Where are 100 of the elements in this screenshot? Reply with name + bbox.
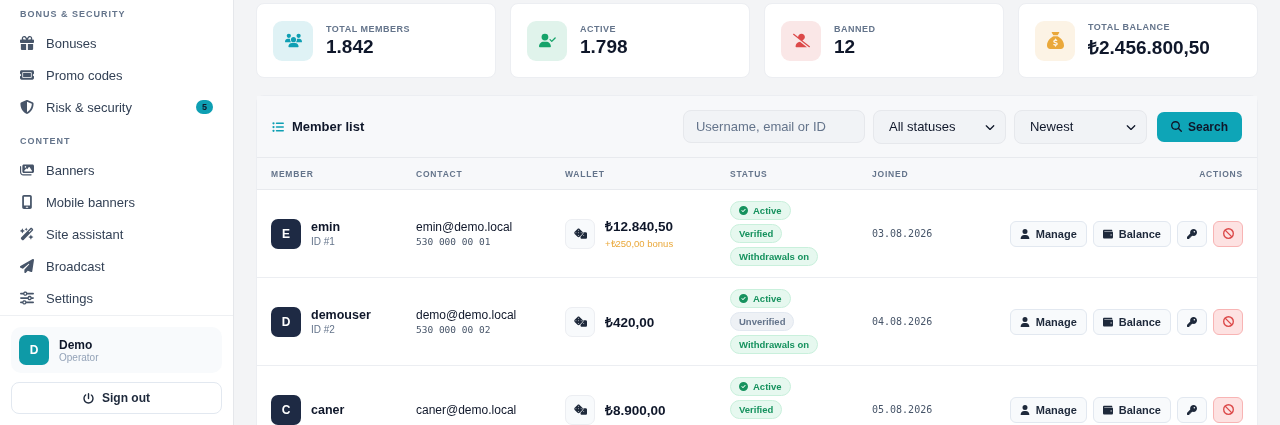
dice-icon: [573, 315, 587, 328]
stat-label: TOTAL MEMBERS: [326, 23, 410, 34]
manage-button[interactable]: Manage: [1009, 308, 1087, 335]
ban-icon: [1222, 228, 1234, 239]
key-button[interactable]: [1177, 308, 1207, 335]
user-avatar: D: [19, 335, 49, 365]
section-title: CONTENT: [19, 135, 72, 148]
sliders-icon: [20, 291, 34, 305]
member-avatar: C: [271, 394, 301, 425]
status-badge: Verified: [730, 400, 783, 419]
balance: ₺420,00: [605, 313, 655, 331]
status-badge: Withdrawals on: [730, 335, 819, 354]
paper-plane-icon: [20, 259, 34, 273]
status-badge: Unverified: [730, 312, 795, 331]
stat-value: 12: [834, 35, 857, 58]
shield-icon: [20, 100, 34, 114]
nav-item[interactable]: Risk & security 5: [12, 91, 221, 123]
status-badge: Verified: [730, 224, 783, 243]
key-button[interactable]: [1177, 220, 1207, 247]
key-button[interactable]: [1177, 396, 1207, 423]
nav-item[interactable]: Settings: [12, 282, 221, 314]
sort-select[interactable]: Newest: [1013, 109, 1147, 144]
balance-button[interactable]: Balance: [1092, 220, 1171, 247]
ban-icon: [1222, 404, 1234, 415]
balance-button[interactable]: Balance: [1092, 396, 1171, 423]
bonus: +₺250,00 bonus: [605, 237, 674, 250]
wallet-icon: [1102, 404, 1113, 415]
column-header: STATUS: [730, 168, 769, 179]
username: caner: [311, 402, 345, 417]
member-avatar: D: [271, 306, 301, 337]
key-icon: [1187, 404, 1197, 415]
user-icon: [1019, 404, 1030, 415]
ban-icon: [1222, 316, 1234, 327]
gift-icon: [20, 36, 34, 50]
nav-item[interactable]: Site assistant: [12, 218, 221, 250]
user-slash-icon: [792, 32, 810, 49]
phone-icon: [20, 195, 34, 209]
member-id: ID #2: [311, 324, 336, 335]
phone: 530 000 00 02: [416, 324, 492, 335]
images-icon: [20, 163, 34, 177]
key-icon: [1187, 316, 1197, 327]
ban-button[interactable]: [1213, 220, 1243, 247]
stat-value: ₺2.456.800,50: [1088, 35, 1210, 60]
money-bag-icon: [1046, 32, 1064, 49]
status-badge: Active: [730, 377, 791, 396]
column-header: JOINED: [872, 168, 910, 179]
panel-title: Member list: [292, 119, 366, 134]
email: emin@demo.local: [416, 220, 514, 234]
joined-date: 04.08.2026: [872, 316, 934, 327]
search-icon: [1170, 121, 1182, 132]
column-header: CONTACT: [416, 168, 464, 179]
user-role: Operator: [59, 351, 99, 363]
wallet-icon: [1102, 228, 1113, 239]
nav-item[interactable]: Mobile banners: [12, 186, 221, 218]
username: demouser: [311, 308, 371, 322]
dice-icon: [573, 227, 587, 240]
sign-out-button[interactable]: Sign out: [11, 382, 222, 414]
nav-item[interactable]: Broadcast: [12, 250, 221, 282]
manage-button[interactable]: Manage: [1009, 220, 1087, 247]
nav-item[interactable]: Promo codes: [12, 59, 221, 91]
nav-item[interactable]: Banners: [12, 154, 221, 186]
balance-button[interactable]: Balance: [1092, 308, 1171, 335]
user-name: Demo: [59, 337, 94, 352]
ban-button[interactable]: [1213, 308, 1243, 335]
user-icon: [1019, 228, 1030, 239]
dice-icon: [573, 403, 587, 416]
email: demo@demo.local: [416, 308, 518, 322]
nav-item[interactable]: Bonuses: [12, 27, 221, 59]
ban-button[interactable]: [1213, 396, 1243, 423]
column-header: ACTIONS: [1198, 168, 1243, 179]
wallet-icon: [1102, 316, 1113, 327]
user-check-icon: [538, 32, 556, 49]
balance: ₺8.900,00: [605, 401, 666, 419]
joined-date: 05.08.2026: [872, 404, 934, 415]
member-id: ID #1: [311, 236, 336, 247]
joined-date: 03.08.2026: [872, 228, 934, 239]
section-title: BONUS & SECURITY: [19, 8, 127, 21]
status-select[interactable]: All statuses: [872, 109, 1006, 144]
count-badge: 5: [196, 100, 213, 114]
status-badge: Withdrawals on: [730, 247, 819, 266]
status-badge: Active: [730, 201, 791, 220]
column-header: MEMBER: [271, 168, 315, 179]
stat-label: TOTAL BALANCE: [1088, 21, 1171, 32]
manage-button[interactable]: Manage: [1009, 396, 1087, 423]
search-button[interactable]: Search: [1156, 111, 1242, 142]
stat-label: BANNED: [834, 23, 876, 34]
stat-value: 1.798: [580, 35, 628, 58]
status-badge: Active: [730, 289, 791, 308]
search-field[interactable]: Username, email or ID: [682, 110, 865, 143]
column-header: WALLET: [565, 168, 606, 179]
phone: 530 000 00 01: [416, 236, 492, 247]
ticket-icon: [20, 68, 34, 82]
member-avatar: E: [271, 218, 301, 249]
list-icon: [272, 120, 284, 133]
balance: ₺12.840,50: [605, 218, 674, 235]
user-icon: [1019, 316, 1030, 327]
users-icon: [284, 32, 302, 49]
stat-label: ACTIVE: [580, 23, 617, 34]
key-icon: [1187, 228, 1197, 239]
power-icon: [83, 392, 94, 404]
